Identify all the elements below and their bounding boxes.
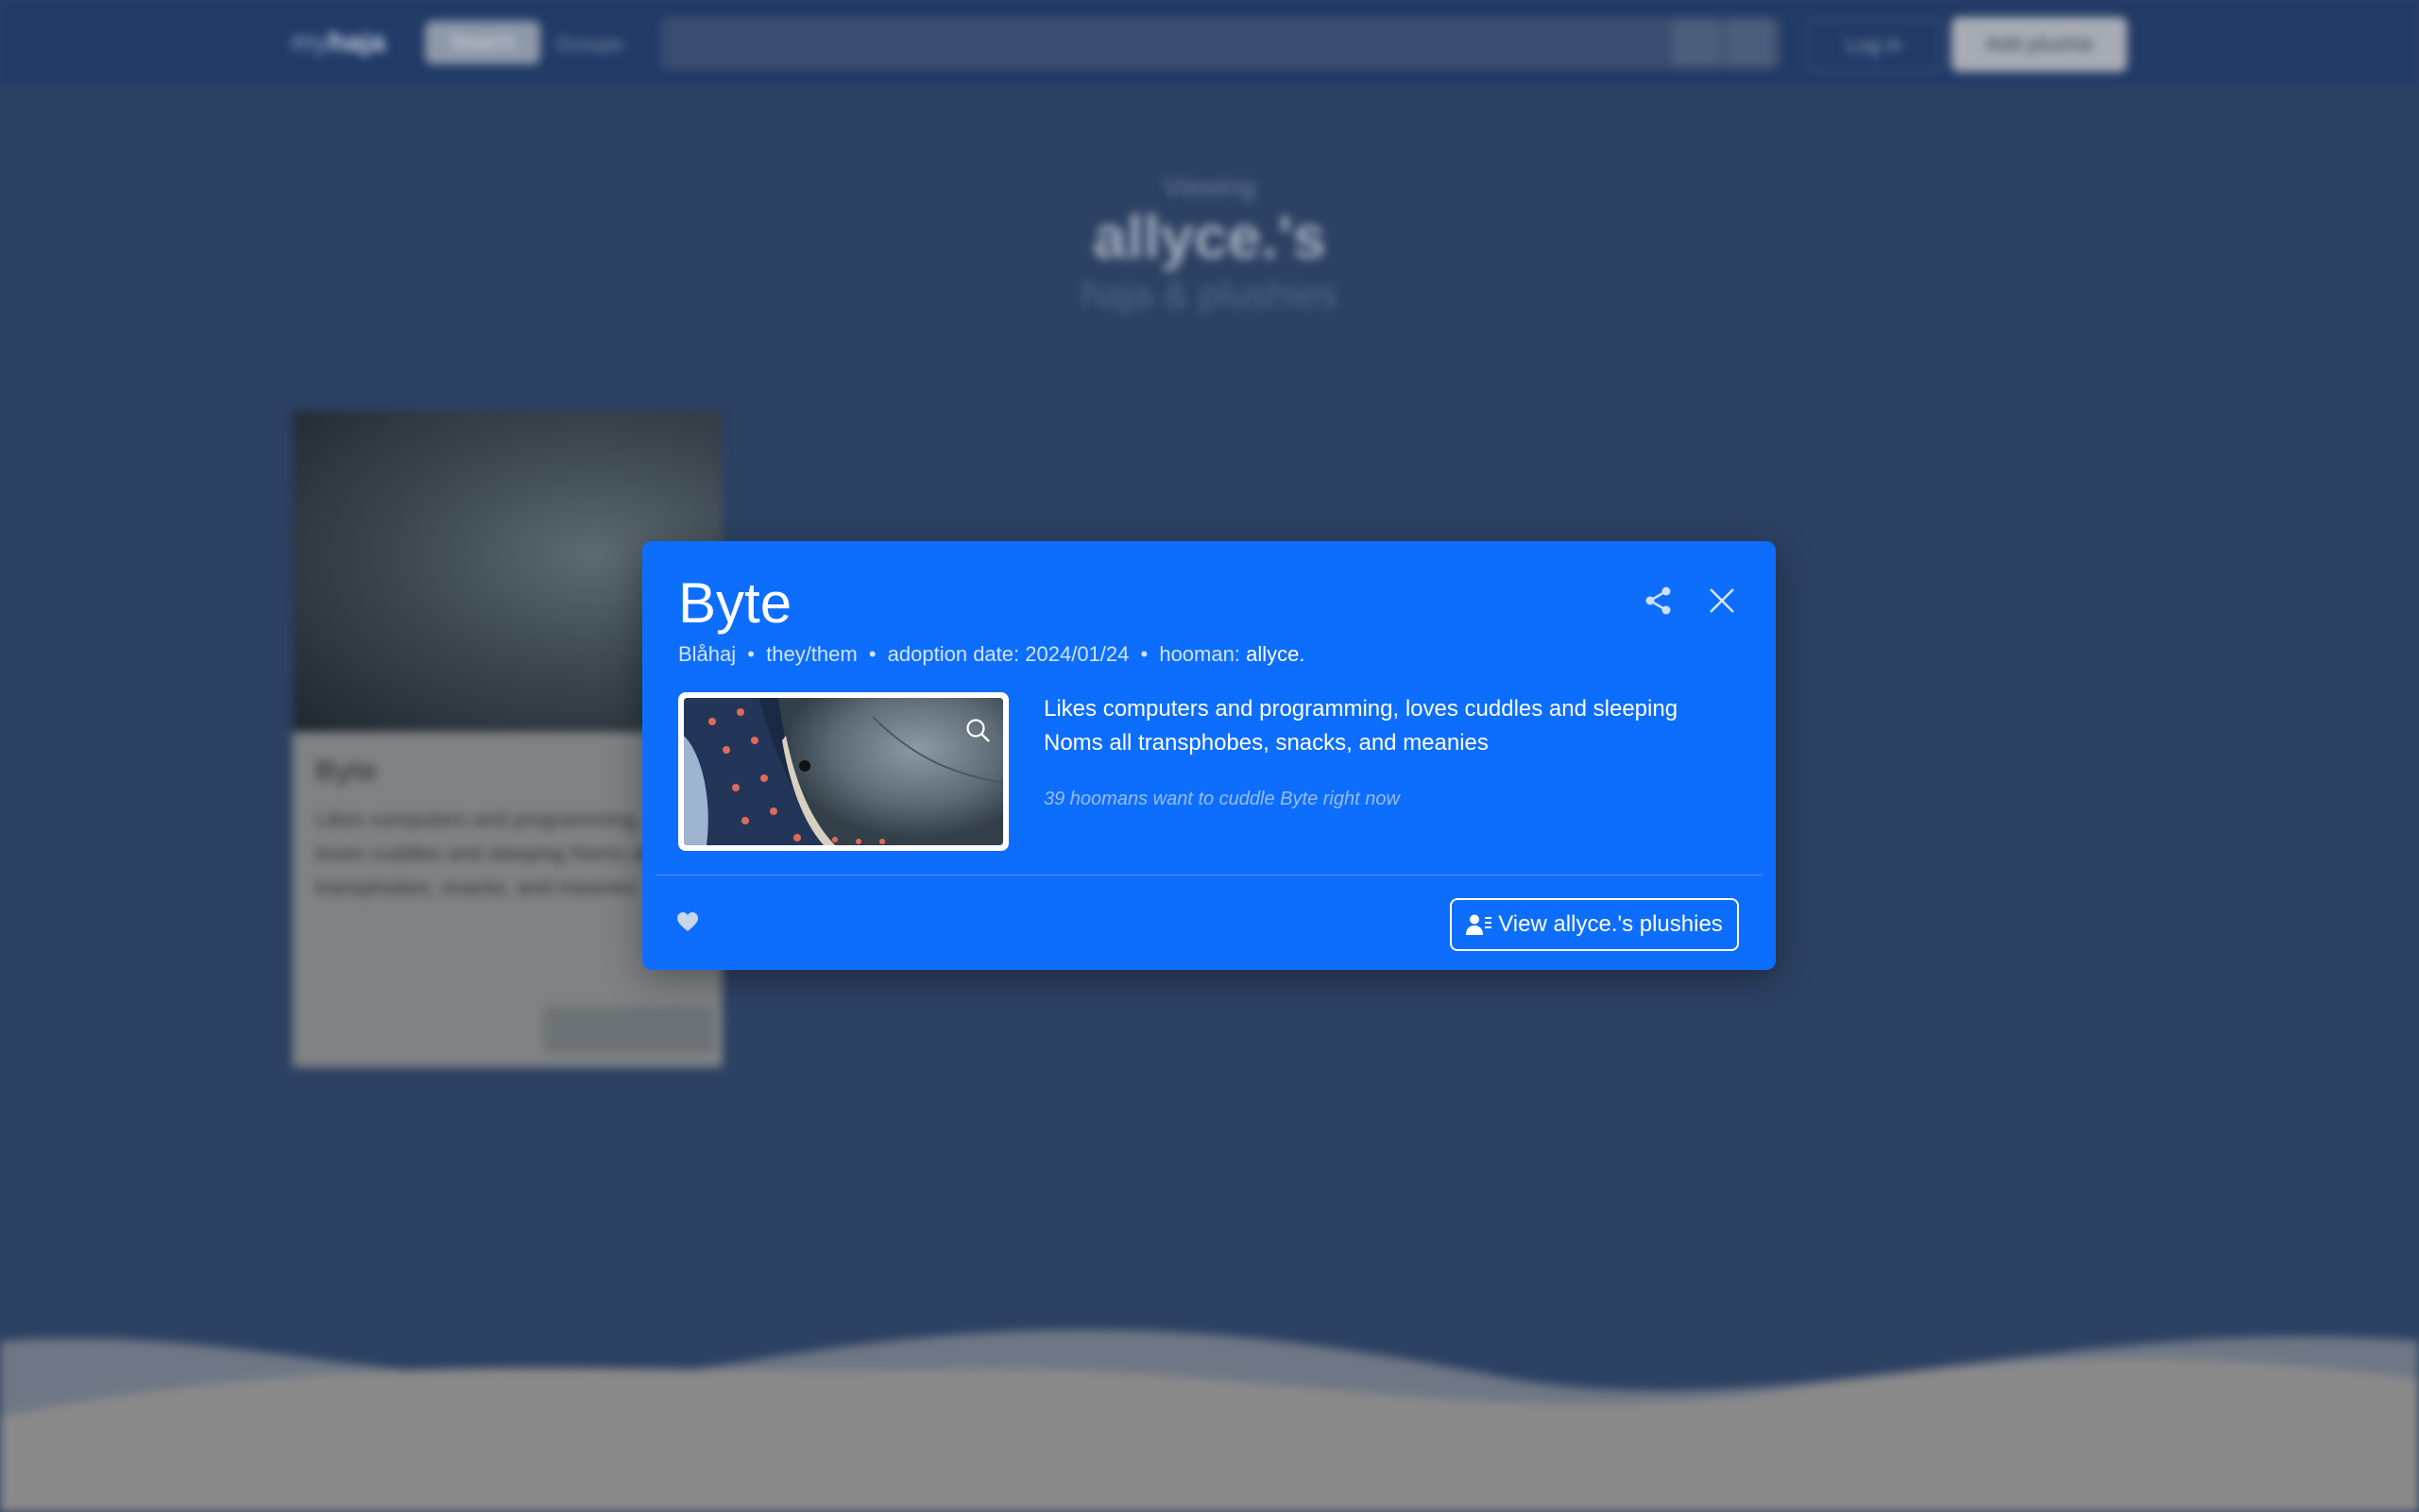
search-icon[interactable] [964, 717, 993, 745]
hooman-label: hooman: [1159, 642, 1240, 666]
plushie-photo-image [684, 698, 1003, 845]
view-plushies-button[interactable]: View allyce.'s plushies [1450, 898, 1739, 951]
close-icon [1710, 588, 1734, 613]
cuddle-count-text: 39 hoomans want to cuddle Byte right now [1044, 789, 1400, 809]
species-label: Blåhaj [678, 642, 737, 666]
search-button[interactable] [1725, 19, 1774, 66]
login-button[interactable]: Log in [1806, 19, 1942, 72]
filter-button[interactable] [1672, 19, 1721, 66]
plushie-card-button[interactable] [544, 1006, 714, 1053]
add-plushie-button[interactable]: Add plushie [1951, 17, 2127, 72]
plushie-description: Likes computers and programming, loves c… [1044, 692, 1724, 760]
user-list-icon [1466, 914, 1492, 935]
meta-separator: • [1140, 642, 1149, 666]
meta-separator: • [747, 642, 755, 666]
nav-search-tab[interactable]: Search [425, 21, 540, 64]
adoption-date-value: 2024/01/24 [1025, 642, 1130, 666]
hooman-link[interactable]: allyce. [1246, 642, 1304, 666]
nav-groups-tab[interactable]: Groups [555, 32, 623, 57]
plushie-photo[interactable] [684, 698, 1003, 845]
brand-suffix: haja [329, 26, 386, 58]
plushie-meta: Blåhaj • they/them • adoption date: 2024… [678, 642, 1304, 667]
brand-prefix: my [291, 26, 329, 58]
meta-separator: • [868, 642, 877, 666]
pronouns-label: they/them [766, 642, 858, 666]
share-button[interactable] [1644, 585, 1674, 617]
adoption-date-label: adoption date: [887, 642, 1020, 666]
plushie-photo-frame[interactable] [678, 692, 1009, 851]
plushie-card-title: Byte [315, 756, 378, 787]
share-icon [1645, 586, 1671, 615]
description-line: Likes computers and programming, loves c… [1044, 696, 1678, 722]
heart-icon [677, 912, 698, 931]
brand-logo[interactable]: myhaja [291, 26, 385, 59]
owner-subtitle: haja & plushies [1081, 274, 1338, 315]
wave-decoration [0, 1329, 2419, 1512]
close-button[interactable] [1704, 583, 1740, 619]
view-plushies-label: View allyce.'s plushies [1498, 911, 1723, 937]
navbar: myhaja Search Groups Log in Add plushie [0, 0, 2419, 85]
modal-title: Byte [678, 571, 792, 635]
description-line: Noms all transphobes, snacks, and meanie… [1044, 730, 1489, 756]
plushie-modal: Byte Blåhaj • they/them • adoption date:… [642, 541, 1776, 970]
search-input[interactable] [661, 17, 1780, 70]
like-button[interactable] [676, 911, 699, 932]
plushie-card-description: Likes computers and programming, loves c… [315, 807, 652, 899]
viewing-label: Viewing [1163, 172, 1256, 201]
owner-title: allyce.'s [1093, 203, 1326, 271]
